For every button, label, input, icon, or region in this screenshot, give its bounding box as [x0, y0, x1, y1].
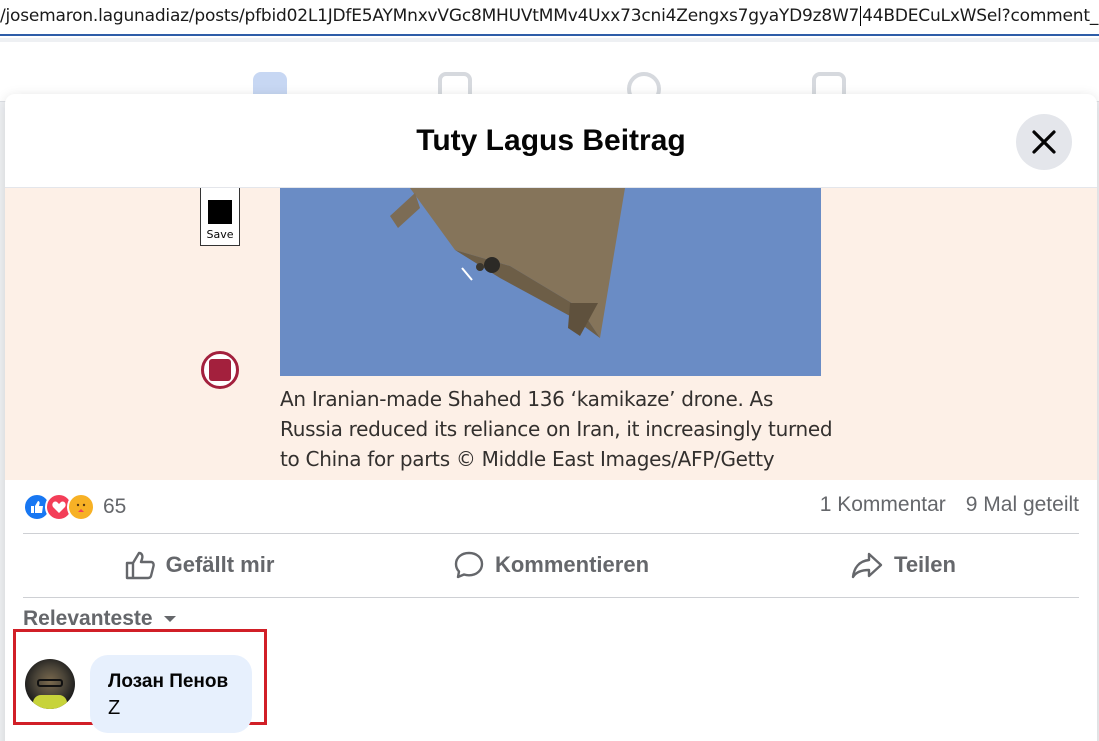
avatar-glasses	[37, 679, 63, 687]
post-actions: Gefällt mir Kommentieren Teilen	[23, 534, 1079, 596]
like-label: Gefällt mir	[165, 552, 275, 577]
comment-bubble: Лозан Пенов Z	[90, 655, 252, 733]
avatar[interactable]	[25, 659, 75, 709]
comment-text: Z	[108, 697, 121, 719]
sort-label: Relevanteste	[23, 607, 153, 630]
close-icon	[1032, 130, 1056, 154]
save-label: Save	[206, 228, 234, 241]
comment-label: Kommentieren	[494, 552, 650, 577]
url-tail: 44BDECuLxWSel?comment_id=992196	[862, 6, 1099, 26]
address-bar[interactable]: /josemaron.lagunadiaz/posts/pfbid02L1JDf…	[0, 0, 1099, 36]
avatar-shirt	[33, 695, 67, 709]
comment-button[interactable]: Kommentieren	[375, 534, 727, 596]
share-button[interactable]: Teilen	[727, 534, 1079, 596]
caret-down-icon	[163, 616, 176, 622]
highlighted-comment: Лозан Пенов Z	[13, 629, 267, 733]
url-text[interactable]: /josemaron.lagunadiaz/posts/pfbid02L1JDf…	[0, 6, 1099, 26]
stop-square-icon	[208, 200, 232, 224]
save-widget[interactable]: Save	[200, 188, 240, 246]
share-arrow-icon	[851, 552, 883, 579]
shared-article-preview[interactable]: Save An Iranian-made Shahed 136 ‘kamikaz…	[5, 188, 1097, 480]
reaction-count: 65	[103, 495, 127, 518]
drone-image	[280, 188, 821, 376]
url-main: /josemaron.lagunadiaz/posts/pfbid02L1JDf…	[0, 6, 860, 26]
close-button[interactable]	[1016, 114, 1072, 170]
share-count-link[interactable]: 9 Mal geteilt	[966, 493, 1079, 517]
share-label: Teilen	[894, 552, 956, 577]
comment-bubble-icon	[454, 551, 484, 579]
record-stop-button[interactable]	[201, 351, 239, 389]
comment-sort-dropdown[interactable]: Relevanteste	[23, 607, 177, 631]
like-button[interactable]: Gefällt mir	[23, 534, 375, 596]
care-icon	[67, 493, 95, 521]
comment-count-link[interactable]: 1 Kommentar	[820, 493, 946, 517]
stop-icon	[209, 359, 231, 381]
modal-title: Tuty Lagus Beitrag	[416, 124, 686, 157]
comment-author[interactable]: Лозан Пенов	[108, 671, 228, 693]
article-caption: An Iranian-made Shahed 136 ‘kamikaze’ dr…	[280, 387, 833, 480]
modal-header: Tuty Lagus Beitrag	[5, 94, 1097, 188]
facebook-top-nav	[0, 42, 1099, 106]
article-photo[interactable]	[280, 188, 821, 376]
post-stats: 1 Kommentar 9 Mal geteilt	[820, 493, 1079, 517]
divider-bottom	[23, 597, 1079, 598]
post-modal: Tuty Lagus Beitrag Save An Iranian-made …	[5, 94, 1097, 741]
reactions-summary[interactable]: 65	[23, 491, 126, 523]
thumbs-up-icon	[125, 551, 155, 580]
